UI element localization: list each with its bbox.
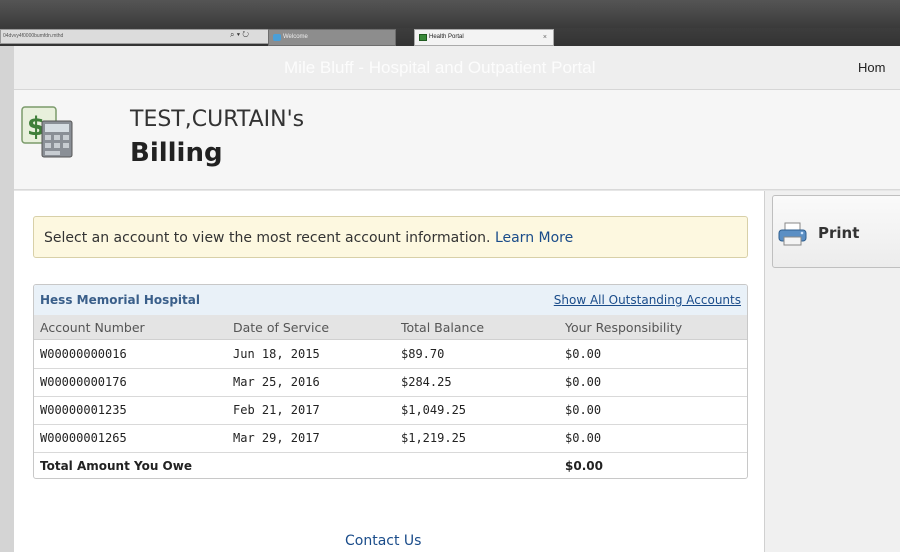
account-number-cell[interactable]: W00000001265 — [40, 431, 127, 445]
tab-health-portal-label: Health Portal — [429, 34, 464, 40]
hospital-name: Hess Memorial Hospital — [40, 293, 200, 307]
site-title: Mile Bluff - Hospital and Outpatient Por… — [284, 58, 596, 77]
accounts-panel-header: Hess Memorial Hospital Show All Outstand… — [34, 285, 747, 315]
tab-health-portal[interactable]: Health Portal × — [414, 29, 554, 46]
close-tab-icon[interactable]: × — [543, 30, 547, 45]
date-of-service-cell: Feb 21, 2017 — [233, 403, 320, 417]
date-of-service-cell: Jun 18, 2015 — [233, 347, 320, 361]
info-message-text: Select an account to view the most recen… — [44, 230, 495, 246]
show-all-accounts-link[interactable]: Show All Outstanding Accounts — [554, 293, 741, 307]
total-row: Total Amount You Owe $0.00 — [34, 453, 747, 478]
tab-welcome[interactable]: Welcome — [268, 29, 396, 46]
table-row[interactable]: W00000000016 Jun 18, 2015 $89.70 $0.00 — [34, 341, 747, 369]
total-amount-label: Total Amount You Owe — [40, 459, 192, 473]
date-of-service-cell: Mar 25, 2016 — [233, 375, 320, 389]
your-responsibility-cell: $0.00 — [565, 403, 602, 417]
accounts-panel: Hess Memorial Hospital Show All Outstand… — [33, 284, 748, 479]
column-header-total-balance: Total Balance — [401, 320, 485, 335]
table-row[interactable]: W00000000176 Mar 25, 2016 $284.25 $0.00 — [34, 369, 747, 397]
billing-calculator-icon: $ — [21, 106, 73, 158]
printer-icon — [778, 222, 807, 246]
total-balance-cell: $89.70 — [401, 347, 445, 361]
learn-more-link[interactable]: Learn More — [495, 230, 573, 246]
total-amount-value: $0.00 — [565, 459, 603, 473]
account-number-cell[interactable]: W00000000176 — [40, 375, 127, 389]
health-portal-tab-icon — [419, 34, 427, 41]
welcome-tab-icon — [273, 34, 281, 41]
account-number-cell[interactable]: W00000000016 — [40, 347, 127, 361]
page-title: Billing — [130, 138, 223, 168]
column-header-date-of-service: Date of Service — [233, 320, 330, 335]
info-message: Select an account to view the most recen… — [44, 230, 573, 246]
site-header: Mile Bluff - Hospital and Outpatient Por… — [14, 46, 900, 90]
patient-name: TEST,CURTAIN's — [130, 107, 305, 132]
date-of-service-cell: Mar 29, 2017 — [233, 431, 320, 445]
your-responsibility-cell: $0.00 — [565, 375, 602, 389]
column-header-your-responsibility: Your Responsibility — [565, 320, 683, 335]
tab-welcome-label: Welcome — [283, 34, 308, 40]
your-responsibility-cell: $0.00 — [565, 347, 602, 361]
total-balance-cell: $1,049.25 — [401, 403, 467, 417]
address-controls[interactable]: ⌕ ▾ ↻ — [230, 30, 249, 40]
contact-us-link[interactable]: Contact Us — [345, 533, 421, 549]
column-header-account-number: Account Number — [40, 320, 145, 335]
home-link[interactable]: Hom — [858, 60, 885, 75]
total-balance-cell: $1,219.25 — [401, 431, 467, 445]
your-responsibility-cell: $0.00 — [565, 431, 602, 445]
table-row[interactable]: W00000001235 Feb 21, 2017 $1,049.25 $0.0… — [34, 397, 747, 425]
print-label: Print — [818, 224, 860, 242]
total-balance-cell: $284.25 — [401, 375, 452, 389]
left-gutter — [0, 46, 14, 552]
account-number-cell[interactable]: W00000001235 — [40, 403, 127, 417]
table-header-row: Account Number Date of Service Total Bal… — [34, 315, 747, 340]
table-row[interactable]: W00000001265 Mar 29, 2017 $1,219.25 $0.0… — [34, 425, 747, 453]
